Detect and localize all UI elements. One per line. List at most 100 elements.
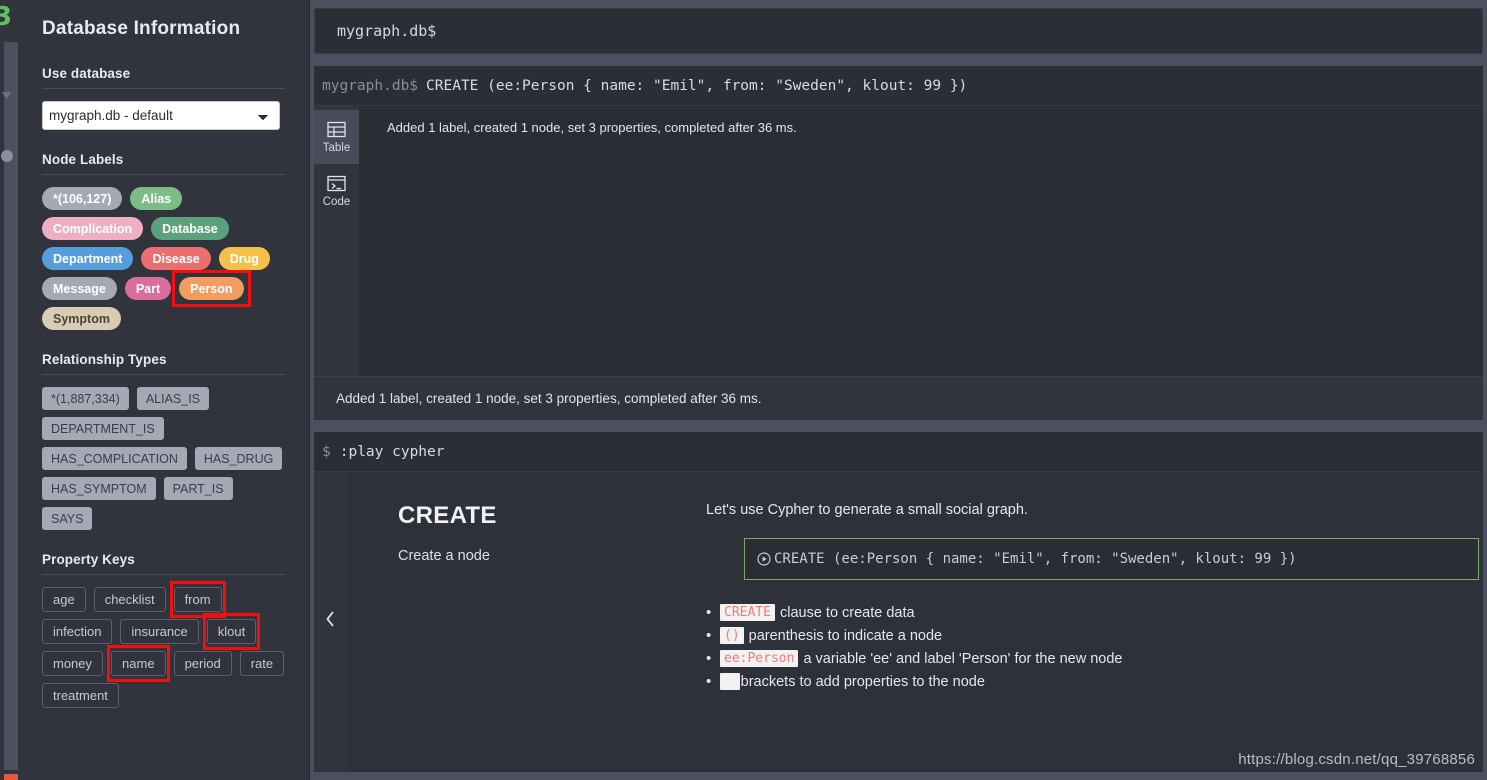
database-select[interactable]: mygraph.db - default: [42, 101, 280, 130]
play-bullet-item: CREATEclause to create data: [706, 604, 1479, 621]
tab-table-label: Table: [322, 141, 351, 154]
play-circle-icon: [757, 552, 771, 566]
node-label-chip[interactable]: *(106,127): [42, 187, 123, 210]
play-heading: CREATE: [398, 502, 497, 529]
property-keys-section: Property Keys age checklist from infection i…: [42, 552, 285, 708]
highlight-annotation: from: [169, 581, 226, 618]
play-frame-command-text: :play cypher: [339, 443, 445, 460]
property-key-chip[interactable]: age: [42, 587, 86, 612]
circle-icon[interactable]: [1, 150, 13, 162]
relationship-type-chip[interactable]: PART_IS: [163, 477, 233, 500]
property-key-chip[interactable]: rate: [239, 651, 285, 676]
play-bullet-item: ()parenthesis to indicate a node: [706, 627, 1479, 644]
node-label-chip[interactable]: Disease: [141, 247, 211, 270]
tab-code[interactable]: Code: [314, 164, 359, 218]
highlight-annotation: klout: [202, 613, 261, 650]
highlight-annotation: Person: [172, 270, 251, 307]
divider: [42, 88, 285, 89]
relationship-type-chip-list: *(1,887,334) ALIAS_IS DEPARTMENT_IS HAS_COM…: [42, 387, 285, 530]
relationship-type-chip[interactable]: SAYS: [42, 507, 93, 530]
table-icon: [327, 121, 346, 138]
node-label-chip[interactable]: Database: [151, 217, 229, 240]
property-key-chip[interactable]: money: [42, 651, 104, 676]
relationship-types-section: Relationship Types *(1,887,334) ALIAS_IS D…: [42, 352, 285, 530]
use-database-section: Use database mygraph.db - default: [42, 66, 285, 130]
play-frame: $ :play cypher CREATE Create a node Let'…: [314, 432, 1483, 772]
node-label-chip[interactable]: Part: [124, 277, 172, 300]
play-bullet-text: clause to create data: [779, 604, 915, 621]
status-text: Added 1 label, created 1 node, set 3 pro…: [336, 391, 762, 406]
watermark: https://blog.csdn.net/qq_39768856: [1238, 751, 1475, 768]
result-frame-command-bar: mygraph.db$ CREATE (ee:Person { name: "E…: [314, 66, 1483, 106]
node-label-chip[interactable]: Message: [42, 277, 117, 300]
play-slide-left: CREATE Create a node: [346, 502, 706, 746]
play-subheading: Create a node: [398, 548, 490, 564]
code-snippet-text: CREATE (ee:Person { name: "Emil", from: …: [774, 551, 1297, 567]
property-key-chip[interactable]: checklist: [93, 587, 166, 612]
code-icon: [327, 175, 346, 192]
node-label-chip[interactable]: Department: [42, 247, 134, 270]
play-bullet-list: CREATEclause to create data ()parenthesis…: [706, 604, 1479, 690]
frame-prompt: mygraph.db$: [322, 77, 419, 94]
play-bullet-text: parenthesis to indicate a node: [748, 627, 943, 644]
node-label-chip[interactable]: Alias: [130, 187, 183, 210]
app-root: 3 Database Information Use database mygr…: [0, 0, 1487, 780]
result-frame-status-bar: Added 1 label, created 1 node, set 3 pro…: [314, 376, 1483, 420]
property-key-chip[interactable]: period: [173, 651, 232, 676]
chevron-left-icon: [325, 610, 336, 634]
inline-code: CREATE: [720, 604, 775, 621]
node-labels-heading: Node Labels: [42, 152, 124, 167]
property-key-chip[interactable]: from: [173, 587, 222, 612]
node-label-chip-list: *(106,127) Alias Complication Database Depar…: [42, 187, 285, 330]
play-bullet-text: a variable 'ee' and label 'Person' for t…: [803, 650, 1123, 667]
play-frame-prompt: $: [322, 443, 331, 460]
editor-prompt: mygraph.db$: [337, 22, 437, 40]
result-frame: mygraph.db$ CREATE (ee:Person { name: "E…: [314, 66, 1483, 420]
use-database-heading: Use database: [42, 66, 131, 81]
relationship-type-chip[interactable]: *(1,887,334): [42, 387, 129, 410]
highlight-annotation: name: [107, 645, 170, 682]
property-key-chip[interactable]: infection: [42, 619, 113, 644]
node-label-chip[interactable]: Complication: [42, 217, 144, 240]
property-keys-heading: Property Keys: [42, 552, 135, 567]
tab-code-label: Code: [322, 195, 351, 208]
result-summary-text: Added 1 label, created 1 node, set 3 pro…: [387, 120, 797, 135]
tab-table[interactable]: Table: [314, 110, 359, 164]
node-label-chip[interactable]: Symptom: [42, 307, 121, 330]
relationship-type-chip[interactable]: HAS_DRUG: [194, 447, 283, 470]
database-information-drawer: Database Information Use database mygrap…: [18, 0, 310, 780]
divider: [42, 174, 285, 175]
runnable-code-snippet[interactable]: CREATE (ee:Person { name: "Emil", from: …: [744, 538, 1479, 580]
inline-code: {}: [720, 673, 740, 690]
result-view-tabs: Table Code: [314, 106, 359, 376]
node-label-chip[interactable]: Drug: [218, 247, 270, 270]
relationship-type-chip[interactable]: ALIAS_IS: [136, 387, 210, 410]
play-bullet-item: {}brackets to add properties to the node: [706, 673, 1479, 690]
property-key-chip[interactable]: klout: [206, 619, 257, 644]
play-frame-body: CREATE Create a node Let's use Cypher to…: [314, 472, 1483, 772]
node-labels-section: Node Labels *(106,127) Alias Complication D…: [42, 152, 285, 330]
inline-code: (): [720, 627, 744, 644]
relationship-type-chip[interactable]: HAS_COMPLICATION: [42, 447, 187, 470]
frame-command-text: CREATE (ee:Person { name: "Emil", from: …: [426, 77, 968, 94]
play-intro-text: Let's use Cypher to generate a small soc…: [706, 502, 1028, 518]
node-label-chip[interactable]: Person: [179, 277, 244, 300]
divider: [42, 574, 285, 575]
query-editor[interactable]: mygraph.db$: [314, 8, 1483, 54]
neo4j-logo-icon: 3: [0, 2, 13, 32]
property-key-chip[interactable]: insurance: [120, 619, 199, 644]
result-frame-body: Table Code Added 1 label, created 1 node…: [314, 106, 1483, 376]
result-table-area: Added 1 label, created 1 node, set 3 pro…: [359, 106, 1483, 376]
drawer-title: Database Information: [42, 18, 241, 39]
property-key-chip[interactable]: treatment: [42, 683, 119, 708]
rail-accent-bar: [4, 774, 18, 780]
collapse-slide-button[interactable]: [314, 472, 346, 772]
relationship-type-chip[interactable]: DEPARTMENT_IS: [42, 417, 164, 440]
relationship-type-chip[interactable]: HAS_SYMPTOM: [42, 477, 156, 500]
property-key-chip[interactable]: name: [111, 651, 166, 676]
left-rail: 3: [0, 0, 18, 780]
property-key-chip-list: age checklist from infection insurance klout m…: [42, 581, 285, 708]
play-bullet-item: ee:Persona variable 'ee' and label 'Pers…: [706, 650, 1479, 667]
play-slide: CREATE Create a node Let's use Cypher to…: [346, 472, 1483, 772]
main-stream: mygraph.db$ mygraph.db$ CREATE (ee:Perso…: [310, 0, 1487, 780]
